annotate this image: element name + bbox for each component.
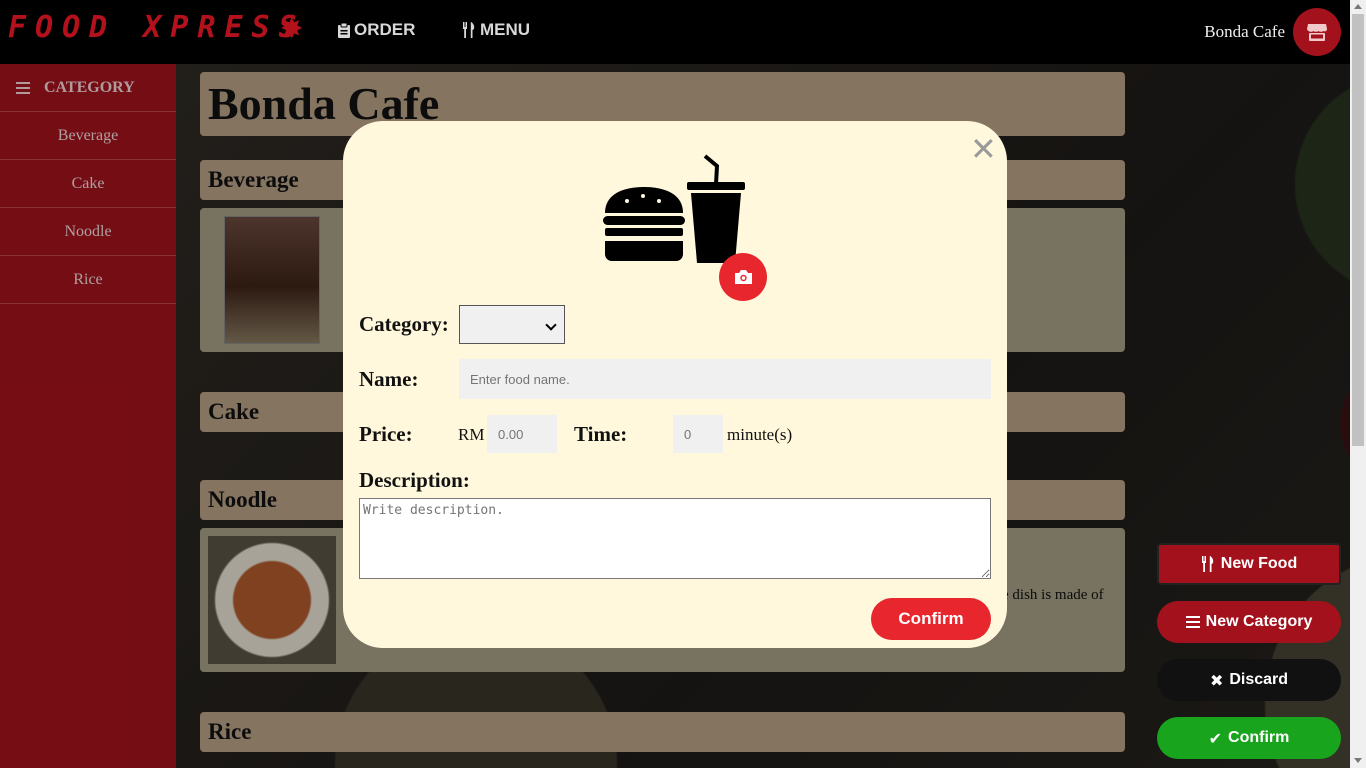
utensils-icon [463,22,475,38]
check-icon: ✔ [1208,728,1223,748]
scroll-up-arrow-icon[interactable] [1354,4,1362,9]
section-rice: Rice [200,712,1125,752]
store-icon [1307,23,1327,41]
discard-label: Discard [1229,671,1289,688]
price-label: Price: [359,422,413,446]
sidebar-header[interactable]: CATEGORY [0,64,176,112]
sidebar-item-cake[interactable]: Cake [0,160,176,208]
food-description: e dish is made of [1002,587,1104,603]
close-icon[interactable]: ✕ [970,133,997,165]
food-name-input[interactable] [459,359,991,399]
section-title: Rice [208,719,252,744]
new-category-label: New Category [1205,613,1313,630]
nav-menu-label: MENU [480,20,531,39]
discard-button[interactable]: ✖ Discard [1157,659,1341,701]
new-food-label: New Food [1220,555,1298,572]
category-label: Category: [359,312,449,336]
top-bar: FOOD XPRESS ✸ ORDER MENU Bonda Cafe [0,0,1366,64]
time-input[interactable] [673,415,723,453]
scroll-down-arrow-icon[interactable] [1354,758,1362,763]
upload-photo-button[interactable] [719,253,767,301]
category-select[interactable] [459,305,565,344]
app-logo[interactable]: FOOD XPRESS [8,10,306,45]
price-input[interactable] [487,415,557,453]
shop-button[interactable] [1293,8,1341,56]
utensils-icon [1201,556,1214,572]
add-food-modal: ✕ Category: Name: Price: RM Time: minute… [343,121,1007,648]
nav-order-label: ORDER [354,20,416,39]
time-label: Time: [574,422,628,446]
shop-name: Bonda Cafe [1204,22,1285,41]
food-image [208,536,336,664]
list-icon [1185,616,1200,628]
modal-confirm-button[interactable]: Confirm [871,598,991,640]
nav-order[interactable]: ORDER [338,20,415,40]
food-image [224,216,320,344]
new-food-button[interactable]: New Food [1157,543,1341,585]
clipboard-icon [338,22,350,38]
camera-icon [734,270,752,284]
scrollbar-thumb[interactable] [1352,14,1364,446]
category-sidebar: CATEGORY Beverage Cake Noodle Rice [0,64,176,768]
sidebar-title: CATEGORY [44,78,135,96]
new-category-button[interactable]: New Category [1157,601,1341,643]
sidebar-item-rice[interactable]: Rice [0,256,176,304]
sidebar-item-beverage[interactable]: Beverage [0,112,176,160]
name-label: Name: [359,367,419,391]
hamburger-icon [16,81,30,94]
logo-star-icon: ✸ [280,14,304,45]
currency-label: RM [458,425,485,444]
x-icon: ✖ [1209,670,1224,690]
description-textarea[interactable] [359,498,991,579]
confirm-all-button[interactable]: ✔ Confirm [1157,717,1341,759]
description-label: Description: [359,468,470,492]
time-unit-label: minute(s) [727,425,793,444]
nav-menu[interactable]: MENU [462,20,530,40]
sidebar-item-noodle[interactable]: Noodle [0,208,176,256]
confirm-label: Confirm [1228,729,1290,746]
food-placeholder-icon [603,154,745,263]
